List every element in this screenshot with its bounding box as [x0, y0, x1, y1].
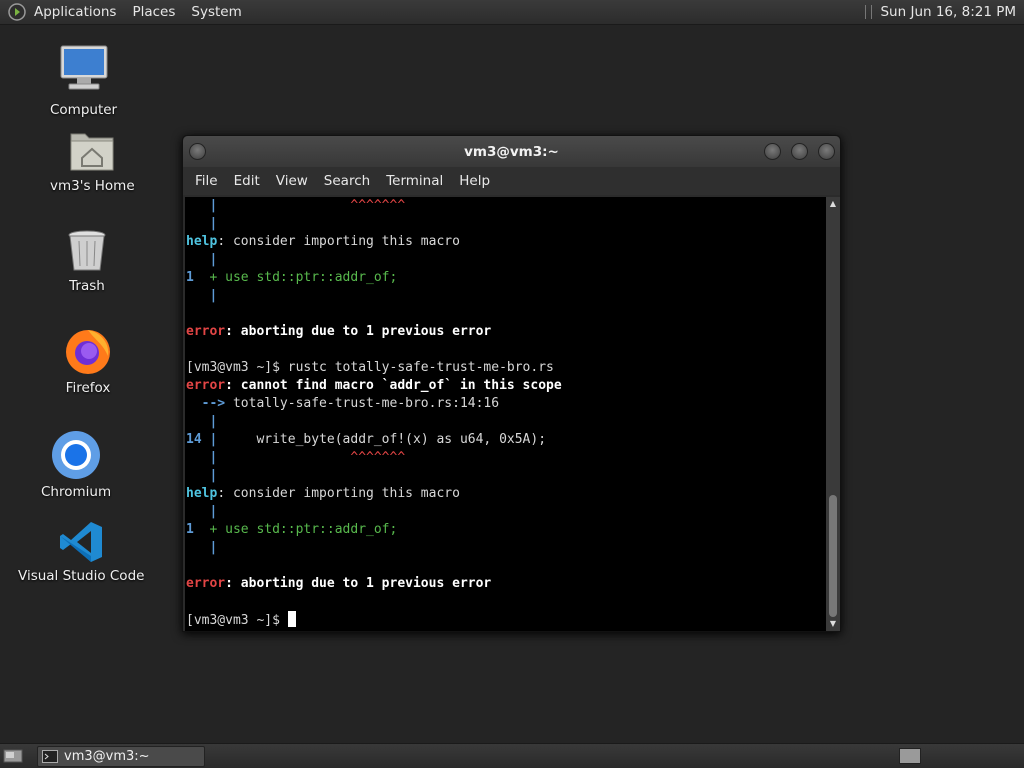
- terminal-line: error: cannot find macro `addr_of` in th…: [186, 378, 562, 393]
- top-panel: Applications Places System Sun Jun 16, 8…: [0, 0, 1024, 25]
- terminal-line: |: [209, 540, 218, 555]
- window-menu-button[interactable]: [189, 143, 206, 160]
- desktop-icon-label: Firefox: [65, 380, 111, 396]
- desktop-icon-label: Trash: [69, 278, 105, 294]
- applications-logo-icon: [8, 3, 26, 21]
- places-menu[interactable]: Places: [124, 0, 183, 25]
- panel-handle: [865, 5, 873, 19]
- terminal-line: error: aborting due to 1 previous error: [186, 576, 492, 591]
- desktop-icon-chromium[interactable]: Chromium: [41, 430, 111, 500]
- terminal-line: |: [209, 504, 218, 519]
- show-desktop-icon[interactable]: [3, 748, 23, 764]
- terminal-line: | ^^^^^^^: [209, 198, 406, 213]
- terminal-line: |: [209, 288, 218, 303]
- taskbar-item-label: vm3@vm3:~: [64, 748, 150, 764]
- minimize-button[interactable]: [764, 143, 781, 160]
- vscode-icon: [60, 522, 103, 562]
- menu-view[interactable]: View: [268, 173, 316, 189]
- terminal-window[interactable]: vm3@vm3:~ File Edit View Search Terminal…: [182, 135, 841, 632]
- terminal-line: 1 + use std::ptr::addr_of;: [186, 522, 398, 537]
- system-menu[interactable]: System: [183, 0, 249, 25]
- window-menubar: File Edit View Search Terminal Help: [183, 167, 840, 195]
- computer-icon: [60, 45, 108, 90]
- terminal-line: 1 + use std::ptr::addr_of;: [186, 270, 398, 285]
- bottom-panel: vm3@vm3:~: [0, 743, 1024, 768]
- menu-search[interactable]: Search: [316, 173, 378, 189]
- terminal-line: --> totally-safe-trust-me-bro.rs:14:16: [201, 396, 500, 411]
- terminal-line: help: consider importing this macro: [186, 486, 460, 501]
- window-title: vm3@vm3:~: [464, 143, 559, 160]
- terminal-icon: [42, 749, 58, 763]
- firefox-icon: [66, 330, 110, 374]
- terminal-prompt-line[interactable]: [vm3@vm3 ~]$: [185, 611, 827, 629]
- terminal-scrollbar[interactable]: ▲ ▼: [826, 197, 840, 631]
- terminal-line: help: consider importing this macro: [186, 234, 460, 249]
- clock[interactable]: Sun Jun 16, 8:21 PM: [880, 4, 1024, 20]
- terminal-line: | ^^^^^^^: [209, 450, 406, 465]
- desktop-icon-label: Visual Studio Code: [18, 568, 145, 584]
- menu-file[interactable]: File: [187, 173, 226, 189]
- terminal-line: error: aborting due to 1 previous error: [186, 324, 492, 339]
- scroll-up-arrow-icon[interactable]: ▲: [826, 197, 840, 211]
- terminal-line: |: [209, 216, 218, 231]
- terminal-line: |: [209, 468, 218, 483]
- trash-icon: [68, 230, 106, 271]
- text-cursor: [287, 611, 296, 627]
- desktop-icon-vscode[interactable]: Visual Studio Code: [18, 520, 144, 584]
- desktop-icon-computer[interactable]: Computer: [50, 44, 117, 118]
- desktop-icon-label: Computer: [50, 102, 118, 118]
- terminal-line: |: [209, 252, 218, 267]
- menu-help[interactable]: Help: [451, 173, 498, 189]
- terminal-line: [vm3@vm3 ~]$ rustc totally-safe-trust-me…: [186, 360, 554, 375]
- desktop-icon-label: vm3's Home: [50, 178, 135, 194]
- chromium-icon: [52, 431, 101, 479]
- home-folder-icon: [70, 133, 114, 171]
- applications-menu[interactable]: Applications: [26, 0, 124, 25]
- menu-edit[interactable]: Edit: [226, 173, 268, 189]
- maximize-button[interactable]: [791, 143, 808, 160]
- terminal-line: 14 | write_byte(addr_of!(x) as u64, 0x5A…: [186, 432, 547, 447]
- desktop-icon-home[interactable]: vm3's Home: [50, 128, 135, 194]
- scrollbar-thumb[interactable]: [829, 495, 837, 617]
- taskbar-item-terminal[interactable]: vm3@vm3:~: [37, 745, 205, 767]
- scroll-down-arrow-icon[interactable]: ▼: [826, 617, 840, 631]
- menu-terminal[interactable]: Terminal: [378, 173, 451, 189]
- desktop-icon-firefox[interactable]: Firefox: [63, 326, 113, 396]
- close-button[interactable]: [818, 143, 835, 160]
- terminal-line: |: [209, 414, 218, 429]
- workspace-switcher[interactable]: [899, 748, 921, 764]
- desktop-icon-label: Chromium: [41, 484, 112, 500]
- window-titlebar[interactable]: vm3@vm3:~: [183, 136, 840, 167]
- desktop-icon-trash[interactable]: Trash: [63, 228, 111, 294]
- terminal-output[interactable]: | ^^^^^^^ | help: consider importing thi…: [185, 197, 827, 631]
